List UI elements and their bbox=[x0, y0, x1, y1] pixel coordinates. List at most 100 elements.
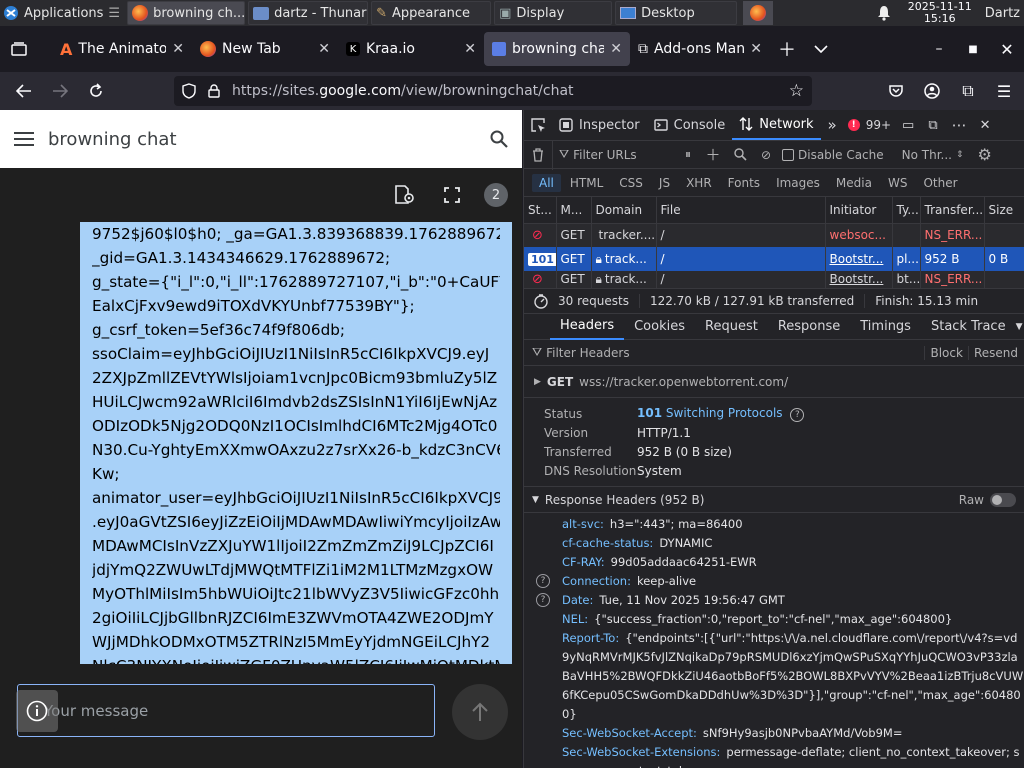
task-display[interactable]: ▣ Display bbox=[494, 1, 613, 25]
response-headers-toggle[interactable]: ▼ Response Headers (952 B) Raw bbox=[524, 487, 1024, 513]
filter-urls-input[interactable]: ⛛ Filter URLs bbox=[552, 139, 676, 170]
new-tab-button[interactable]: ＋ bbox=[770, 32, 804, 66]
close-devtools-icon[interactable]: ✕ bbox=[974, 110, 997, 140]
request-line[interactable]: ▶ GET wss://tracker.openwebtorrent.com/ bbox=[524, 366, 1024, 398]
detail-tab-stack-trace[interactable]: Stack Trace bbox=[921, 314, 1016, 340]
tab-console[interactable]: Console bbox=[647, 110, 733, 140]
send-button[interactable] bbox=[452, 684, 508, 740]
lock-icon[interactable] bbox=[208, 84, 220, 98]
task-browning-chat[interactable]: browning ch... bbox=[127, 1, 246, 25]
page-settings-icon[interactable] bbox=[394, 185, 416, 205]
back-icon[interactable] bbox=[6, 74, 42, 108]
more-tabs-chevron-icon[interactable]: ▼ bbox=[1016, 322, 1023, 332]
extensions-icon[interactable]: ⧉ bbox=[950, 74, 986, 108]
pocket-icon[interactable] bbox=[878, 74, 914, 108]
close-tab-icon[interactable]: ✕ bbox=[172, 41, 184, 57]
tab-new-tab[interactable]: New Tab ✕ bbox=[192, 32, 338, 66]
filter-headers-input[interactable]: Filter Headers bbox=[546, 346, 924, 360]
meatball-menu-icon[interactable]: ⋯ bbox=[945, 110, 974, 140]
tab-the-animator[interactable]: A The Animator ✕ bbox=[52, 32, 192, 66]
filter-type-ws[interactable]: WS bbox=[881, 174, 914, 192]
hamburger-menu-icon[interactable] bbox=[14, 132, 34, 146]
performance-icon[interactable] bbox=[524, 293, 558, 309]
tab-add-ons[interactable]: ⧉ Add-ons Mana ✕ bbox=[630, 32, 770, 66]
more-tools-chevron-icon[interactable]: » bbox=[821, 110, 844, 140]
filter-type-images[interactable]: Images bbox=[769, 174, 827, 192]
disable-cache-checkbox[interactable]: Disable Cache bbox=[778, 140, 884, 170]
dock-side-icon[interactable]: ⧉ bbox=[921, 110, 944, 140]
tab-browning-chat[interactable]: browning chat ✕ bbox=[484, 32, 630, 66]
filter-type-xhr[interactable]: XHR bbox=[679, 174, 719, 192]
app-menu-icon[interactable]: ☰ bbox=[986, 74, 1022, 108]
filter-type-other[interactable]: Other bbox=[916, 174, 964, 192]
pick-element-icon[interactable] bbox=[524, 110, 552, 140]
request-row[interactable]: ⊘ GET 🔒︎ track... / Bootstr... bt... NS_ERR... bbox=[524, 271, 1024, 288]
column-header[interactable]: Ty... bbox=[892, 197, 921, 224]
notification-badge[interactable]: 2 bbox=[484, 183, 508, 207]
filter-type-js[interactable]: JS bbox=[652, 174, 677, 192]
detail-tab-timings[interactable]: Timings bbox=[850, 314, 921, 340]
column-header[interactable]: Domain bbox=[591, 197, 657, 224]
column-header[interactable]: St... bbox=[524, 197, 557, 224]
pause-icon[interactable]: ⏸ bbox=[676, 140, 700, 170]
tab-inspector[interactable]: Inspector bbox=[552, 110, 647, 140]
bookmark-star-icon[interactable]: ☆ bbox=[789, 81, 804, 101]
tray-firefox-icon[interactable] bbox=[743, 1, 774, 25]
column-header[interactable]: Size bbox=[984, 197, 1024, 224]
tab-kraa[interactable]: K Kraa.io ✕ bbox=[338, 32, 484, 66]
block-button[interactable]: Block bbox=[924, 345, 967, 360]
resend-button[interactable]: Resend bbox=[967, 345, 1024, 360]
detail-tab-response[interactable]: Response bbox=[768, 314, 850, 340]
close-tab-icon[interactable]: ✕ bbox=[318, 41, 330, 57]
search-icon[interactable] bbox=[490, 130, 508, 148]
close-tab-icon[interactable]: ✕ bbox=[610, 41, 622, 57]
minimize-icon[interactable]: – bbox=[922, 32, 956, 66]
network-settings-gear-icon[interactable]: ⚙ bbox=[978, 140, 992, 170]
filter-type-all[interactable]: All bbox=[532, 173, 561, 192]
block-requests-icon[interactable]: ⊘ bbox=[754, 140, 778, 170]
clock[interactable]: 2025-11-11 15:16 bbox=[905, 1, 975, 25]
split-console-icon[interactable]: ▭ bbox=[895, 110, 921, 140]
column-header[interactable]: Initiator bbox=[825, 197, 893, 224]
column-header[interactable]: M... bbox=[556, 197, 592, 224]
applications-menu[interactable]: Applications ☰ bbox=[0, 1, 124, 25]
detail-tab-headers[interactable]: Headers bbox=[550, 314, 625, 340]
filter-type-media[interactable]: Media bbox=[829, 174, 879, 192]
reload-icon[interactable] bbox=[78, 74, 114, 108]
clear-log-icon[interactable] bbox=[524, 140, 552, 170]
error-count[interactable]: ! 99+ bbox=[844, 110, 895, 140]
close-tab-icon[interactable]: ✕ bbox=[750, 41, 762, 57]
filter-type-css[interactable]: CSS bbox=[612, 174, 650, 192]
request-row[interactable]: ⊘ GET tracker.... / websoc... NS_ERR... bbox=[524, 223, 1024, 247]
maximize-icon[interactable]: ■ bbox=[956, 32, 990, 66]
tab-network[interactable]: Network bbox=[732, 110, 821, 140]
fullscreen-icon[interactable] bbox=[444, 187, 460, 203]
task-thunar[interactable]: dartz - Thunar bbox=[248, 1, 369, 25]
notification-bell-icon[interactable] bbox=[873, 1, 895, 25]
tracking-shield-icon[interactable] bbox=[182, 83, 196, 99]
task-desktop[interactable]: Desktop bbox=[615, 1, 738, 25]
close-window-icon[interactable]: ✕ bbox=[990, 32, 1024, 66]
request-row[interactable]: 101 GET 🔒︎ track... / Bootstr... pl... 952 B0 B bbox=[524, 247, 1024, 271]
help-icon[interactable]: ? bbox=[536, 593, 550, 607]
column-header[interactable]: Transfer... bbox=[920, 197, 985, 224]
add-filter-icon[interactable]: ＋ bbox=[700, 140, 726, 170]
search-icon[interactable] bbox=[726, 140, 754, 170]
throttling-select[interactable]: No Thr... ⇕ bbox=[902, 140, 964, 170]
help-icon[interactable]: ? bbox=[790, 407, 805, 422]
filter-type-fonts[interactable]: Fonts bbox=[721, 174, 767, 192]
detail-tab-request[interactable]: Request bbox=[695, 314, 768, 340]
info-icon[interactable] bbox=[16, 690, 58, 732]
help-icon[interactable]: ? bbox=[536, 574, 550, 588]
detail-tab-cookies[interactable]: Cookies bbox=[624, 314, 695, 340]
forward-icon[interactable] bbox=[42, 74, 78, 108]
account-icon[interactable] bbox=[914, 74, 950, 108]
view-tabs-icon[interactable] bbox=[2, 32, 36, 66]
close-tab-icon[interactable]: ✕ bbox=[464, 41, 476, 57]
raw-toggle[interactable] bbox=[990, 492, 1016, 507]
url-bar[interactable]: https://sites.google.com/view/browningch… bbox=[174, 76, 812, 106]
message-input[interactable]: Your message bbox=[17, 684, 435, 737]
column-header[interactable]: File bbox=[656, 197, 826, 224]
list-tabs-chevron-icon[interactable] bbox=[804, 32, 838, 66]
user-menu[interactable]: Dartz bbox=[981, 1, 1024, 25]
